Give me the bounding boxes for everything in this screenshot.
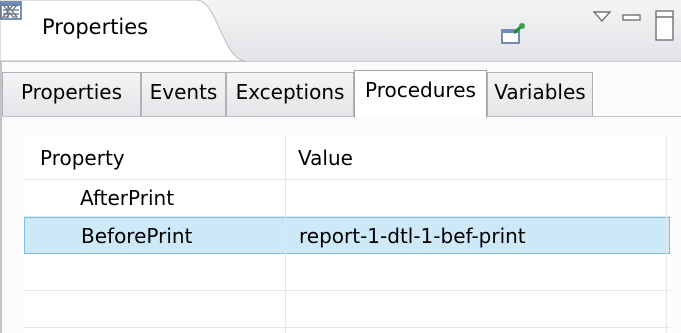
tab-strip-divider [2,116,681,117]
tab-label: Procedures [365,78,476,102]
property-name-cell: AfterPrint [80,186,175,210]
view-menu-icon[interactable] [592,11,612,23]
minimize-icon[interactable] [622,14,642,22]
column-divider [666,136,667,333]
pin-icon[interactable] [500,23,526,45]
table-row-selected[interactable]: BeforePrint report-1-dtl-1-bef-print [24,217,670,254]
tab-events[interactable]: Events [141,72,226,116]
tab-properties[interactable]: Properties [2,72,141,116]
property-value-cell[interactable]: report-1-dtl-1-bef-print [299,218,526,253]
column-header-value[interactable]: Value [298,136,353,179]
tab-procedures[interactable]: Procedures [354,70,487,118]
properties-view-tab[interactable]: Properties [0,0,248,62]
table-row[interactable] [24,291,670,328]
properties-view-content: Properties Events Exceptions Procedures … [0,62,681,333]
column-divider[interactable] [285,136,286,333]
close-icon[interactable] [0,0,20,22]
table-row[interactable]: AfterPrint [24,180,670,217]
maximize-icon[interactable] [655,10,675,42]
view-title-bar: Properties [0,0,681,62]
view-title: Properties [42,15,149,39]
tab-label: Properties [20,80,123,104]
property-tab-strip: Properties Events Exceptions Procedures … [2,70,681,118]
property-name-cell: BeforePrint [81,223,193,248]
tab-variables[interactable]: Variables [487,72,593,116]
table-header: Property Value [24,136,670,180]
tab-label: Exceptions [235,80,345,104]
tab-label: Events [149,80,218,104]
property-table: Property Value AfterPrint BeforePrint re… [24,136,670,333]
tab-exceptions[interactable]: Exceptions [226,72,354,116]
tab-label: Variables [494,80,586,104]
column-header-property[interactable]: Property [40,136,125,179]
table-row[interactable] [24,254,670,291]
